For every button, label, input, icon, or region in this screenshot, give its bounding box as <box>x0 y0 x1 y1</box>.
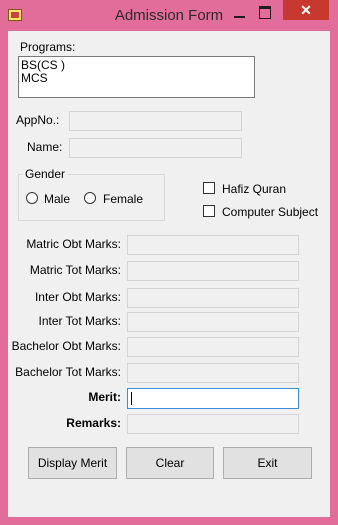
text-caret <box>131 392 132 405</box>
male-radio[interactable] <box>26 192 38 204</box>
programs-label: Programs: <box>20 40 76 54</box>
matric-obt-label: Matric Obt Marks: <box>26 237 121 251</box>
inter-tot-input[interactable] <box>127 312 299 332</box>
app-no-input[interactable] <box>69 111 242 131</box>
merit-label: Merit: <box>88 390 121 404</box>
computer-subject-checkbox[interactable] <box>203 205 215 217</box>
inter-tot-label: Inter Tot Marks: <box>38 314 121 328</box>
female-label[interactable]: Female <box>103 192 143 206</box>
bachelor-tot-input[interactable] <box>127 363 299 383</box>
male-label[interactable]: Male <box>44 192 70 206</box>
bachelor-obt-label: Bachelor Obt Marks: <box>11 339 121 353</box>
inter-obt-label: Inter Obt Marks: <box>34 290 121 304</box>
close-button[interactable]: ✕ <box>283 0 329 20</box>
merit-input[interactable] <box>127 388 299 409</box>
inter-obt-input[interactable] <box>127 288 299 308</box>
admission-form-window: Admission Form ✕ Programs: BS(CS ) MCS A… <box>0 0 338 525</box>
programs-listbox[interactable]: BS(CS ) MCS <box>18 56 255 98</box>
female-radio[interactable] <box>84 192 96 204</box>
display-merit-button[interactable]: Display Merit <box>28 447 117 479</box>
bachelor-tot-label: Bachelor Tot Marks: <box>15 365 121 379</box>
maximize-icon[interactable] <box>258 5 272 19</box>
title-bar[interactable]: Admission Form ✕ <box>0 0 338 30</box>
exit-button[interactable]: Exit <box>223 447 312 479</box>
form-body: Programs: BS(CS ) MCS AppNo.: Name: Gend… <box>8 31 330 517</box>
remarks-label: Remarks: <box>66 416 121 430</box>
matric-tot-input[interactable] <box>127 261 299 281</box>
remarks-input[interactable] <box>127 414 299 434</box>
name-input[interactable] <box>69 138 242 158</box>
bachelor-obt-input[interactable] <box>127 337 299 357</box>
matric-obt-input[interactable] <box>127 235 299 255</box>
clear-button[interactable]: Clear <box>126 447 214 479</box>
hafiz-quran-label[interactable]: Hafiz Quran <box>222 182 286 196</box>
matric-tot-label: Matric Tot Marks: <box>29 263 121 277</box>
computer-subject-label[interactable]: Computer Subject <box>222 205 318 219</box>
app-no-label: AppNo.: <box>16 113 60 127</box>
list-item[interactable]: MCS <box>21 72 48 85</box>
name-label: Name: <box>27 140 63 154</box>
hafiz-quran-checkbox[interactable] <box>203 182 215 194</box>
minimize-icon[interactable] <box>233 6 247 20</box>
gender-label: Gender <box>23 167 68 181</box>
